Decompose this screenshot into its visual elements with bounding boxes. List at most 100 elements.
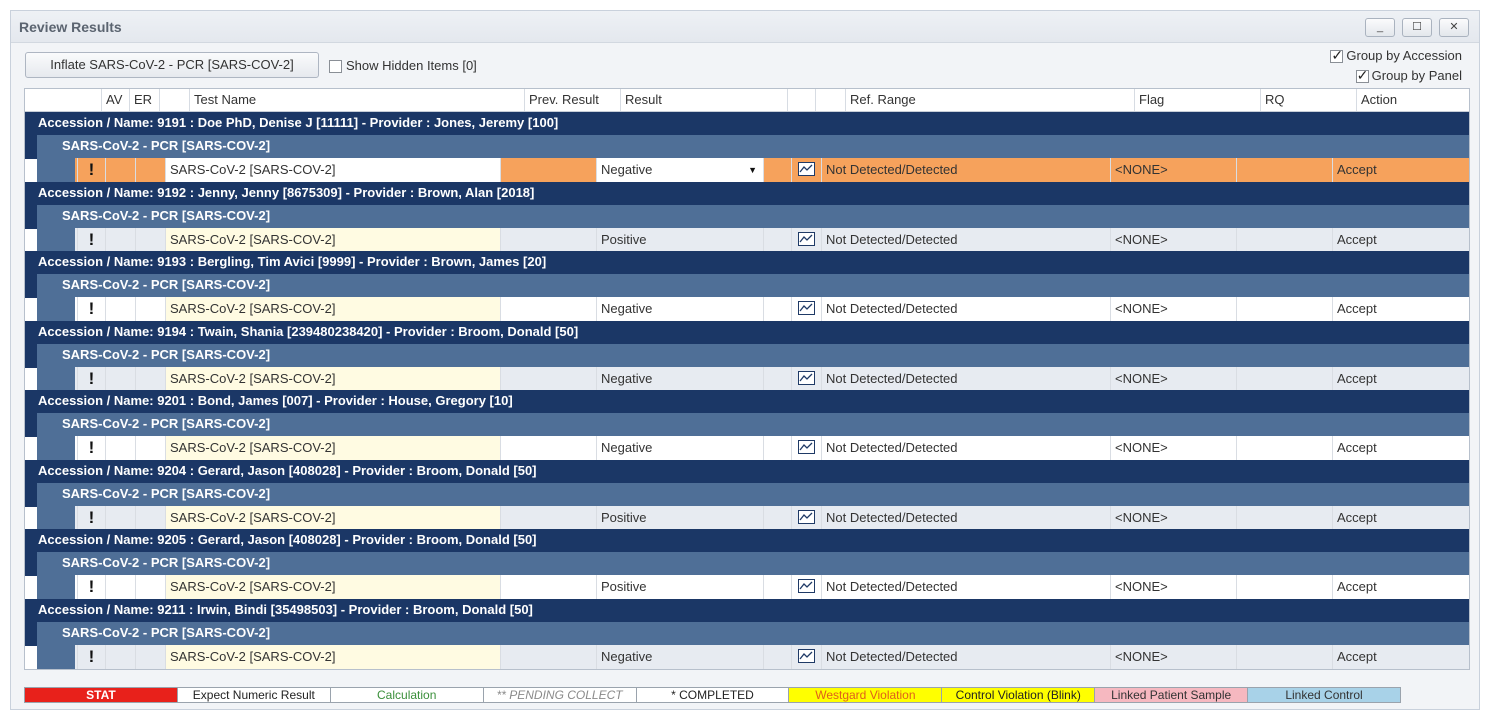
panel-group-header[interactable]: SARS-CoV-2 - PCR [SARS-COV-2] [37, 135, 1469, 158]
chart-cell[interactable] [791, 575, 821, 599]
panel-group-header[interactable]: SARS-CoV-2 - PCR [SARS-COV-2] [37, 413, 1469, 436]
dropdown-arrow-icon[interactable]: ▼ [748, 158, 757, 182]
test-name-cell-text: SARS-CoV-2 [SARS-COV-2] [170, 579, 336, 594]
ref-range-cell: Not Detected/Detected [821, 575, 1110, 599]
table-row[interactable]: ! SARS-CoV-2 [SARS-COV-2] Positive Not Dete… [75, 227, 1469, 252]
action-cell[interactable]: Accept [1332, 366, 1447, 391]
table-row[interactable]: ! SARS-CoV-2 [SARS-COV-2] Negative Not Dete… [75, 366, 1469, 391]
action-cell[interactable]: Accept [1332, 297, 1447, 321]
group-by-accession-toggle[interactable]: Group by Accession [1330, 47, 1462, 64]
close-button[interactable]: ✕ [1439, 18, 1469, 37]
table-row[interactable]: ! SARS-CoV-2 [SARS-COV-2] Negative ▼ Not Det… [75, 158, 1469, 182]
blank-cell [763, 575, 791, 599]
accession-group-header[interactable]: Accession / Name: 9192 : Jenny, Jenny [8… [25, 181, 1469, 205]
table-row[interactable]: ! SARS-CoV-2 [SARS-COV-2] Negative Not Dete… [75, 297, 1469, 321]
group-by-panel-toggle[interactable]: Group by Panel [1355, 67, 1462, 84]
panel-group-header[interactable]: SARS-CoV-2 - PCR [SARS-COV-2] [37, 482, 1469, 506]
flag-cell: <NONE> [1110, 644, 1236, 669]
ref-range-cell-text: Not Detected/Detected [826, 648, 958, 664]
table-row[interactable]: ! SARS-CoV-2 [SARS-COV-2] Negative Not Dete… [75, 644, 1469, 669]
panel-group-header[interactable]: SARS-CoV-2 - PCR [SARS-COV-2] [37, 343, 1469, 367]
blank-cell [135, 436, 165, 460]
chart-cell[interactable] [791, 158, 821, 182]
trend-chart-icon[interactable] [798, 370, 815, 385]
trend-chart-icon[interactable] [798, 648, 815, 663]
result-cell[interactable]: Positive [596, 227, 763, 252]
header-av[interactable]: AV [101, 89, 129, 111]
action-cell[interactable]: Accept [1332, 575, 1447, 599]
chart-cell[interactable] [791, 366, 821, 391]
accession-group-header[interactable]: Accession / Name: 9193 : Bergling, Tim A… [25, 251, 1469, 274]
result-cell[interactable]: Negative [596, 297, 763, 321]
header-rq[interactable]: RQ [1260, 89, 1356, 111]
trend-chart-icon[interactable] [798, 301, 815, 316]
result-cell[interactable]: Negative [596, 436, 763, 460]
panel-indent [37, 644, 75, 669]
prev-result-cell [500, 505, 596, 530]
header-action[interactable]: Action [1356, 89, 1469, 111]
minimize-button[interactable]: _ [1365, 18, 1395, 37]
panel-group-header[interactable]: SARS-CoV-2 - PCR [SARS-COV-2] [37, 204, 1469, 228]
header-ref-range[interactable]: Ref. Range [845, 89, 1134, 111]
ref-range-cell: Not Detected/Detected [821, 436, 1110, 460]
result-cell[interactable]: Negative [596, 644, 763, 669]
header-flag[interactable]: Flag [1134, 89, 1260, 111]
trend-chart-icon[interactable] [798, 231, 815, 246]
action-cell[interactable]: Accept [1332, 505, 1447, 530]
chart-cell[interactable] [791, 505, 821, 530]
header-blank-3 [787, 89, 815, 111]
header-result[interactable]: Result [620, 89, 787, 111]
accession-group-header[interactable]: Accession / Name: 9205 : Gerard, Jason [… [25, 529, 1469, 552]
ref-range-cell: Not Detected/Detected [821, 227, 1110, 252]
action-cell[interactable]: Accept [1332, 436, 1447, 460]
show-hidden-checkbox[interactable] [329, 60, 342, 74]
panel-group-header[interactable]: SARS-CoV-2 - PCR [SARS-COV-2] [37, 621, 1469, 645]
flag-indicator-icon-text: ! [88, 299, 95, 318]
header-test-name[interactable]: Test Name [189, 89, 524, 111]
inflate-panel-button[interactable]: Inflate SARS-CoV-2 - PCR [SARS-COV-2] [25, 52, 319, 78]
group-by-panel-checkbox[interactable] [1355, 67, 1369, 84]
action-cell[interactable]: Accept [1332, 227, 1447, 252]
header-er[interactable]: ER [129, 89, 159, 111]
flag-indicator-icon-text: ! [88, 368, 95, 388]
flag-indicator-icon: ! [77, 227, 105, 252]
group-by-accession-checkbox[interactable] [1330, 47, 1344, 64]
panel-indent [37, 227, 75, 252]
test-name-cell: SARS-CoV-2 [SARS-COV-2] [165, 436, 500, 460]
result-cell[interactable]: Positive [596, 575, 763, 599]
chart-cell[interactable] [791, 227, 821, 252]
accession-group-header[interactable]: Accession / Name: 9201 : Bond, James [00… [25, 390, 1469, 413]
flag-cell-text: <NONE> [1115, 440, 1168, 455]
table-row[interactable]: ! SARS-CoV-2 [SARS-COV-2] Positive Not Dete… [75, 575, 1469, 599]
flag-indicator-icon: ! [77, 644, 105, 669]
action-cell[interactable]: Accept [1332, 158, 1447, 182]
accession-group-header[interactable]: Accession / Name: 9204 : Gerard, Jason [… [25, 459, 1469, 483]
panel-group-header[interactable]: SARS-CoV-2 - PCR [SARS-COV-2] [37, 552, 1469, 575]
result-cell[interactable]: Negative ▼ [596, 158, 763, 182]
accession-group-header[interactable]: Accession / Name: 9191 : Doe PhD, Denise… [25, 112, 1469, 135]
trend-chart-icon[interactable] [798, 509, 815, 524]
chart-cell[interactable] [791, 297, 821, 321]
er-cell [105, 644, 135, 669]
table-row[interactable]: ! SARS-CoV-2 [SARS-COV-2] Positive Not Dete… [75, 505, 1469, 530]
show-hidden-items-toggle[interactable]: Show Hidden Items [0] [329, 58, 477, 74]
trend-chart-icon[interactable] [798, 162, 815, 177]
blank-cell [763, 297, 791, 321]
chart-cell[interactable] [791, 436, 821, 460]
accession-group-header[interactable]: Accession / Name: 9194 : Twain, Shania [… [25, 320, 1469, 344]
trend-chart-icon[interactable] [798, 579, 815, 594]
accession-group-header[interactable]: Accession / Name: 9211 : Irwin, Bindi [3… [25, 598, 1469, 622]
result-cell[interactable]: Positive [596, 505, 763, 530]
trend-chart-icon[interactable] [798, 440, 815, 455]
flag-indicator-icon-text: ! [88, 577, 95, 596]
table-row[interactable]: ! SARS-CoV-2 [SARS-COV-2] Negative Not Dete… [75, 436, 1469, 460]
flag-cell: <NONE> [1110, 366, 1236, 391]
blank-cell [763, 227, 791, 252]
maximize-button[interactable]: ☐ [1402, 18, 1432, 37]
rq-cell [1236, 227, 1332, 252]
result-cell[interactable]: Negative [596, 366, 763, 391]
chart-cell[interactable] [791, 644, 821, 669]
panel-group-header[interactable]: SARS-CoV-2 - PCR [SARS-COV-2] [37, 274, 1469, 297]
header-prev-result[interactable]: Prev. Result [524, 89, 620, 111]
action-cell[interactable]: Accept [1332, 644, 1447, 669]
